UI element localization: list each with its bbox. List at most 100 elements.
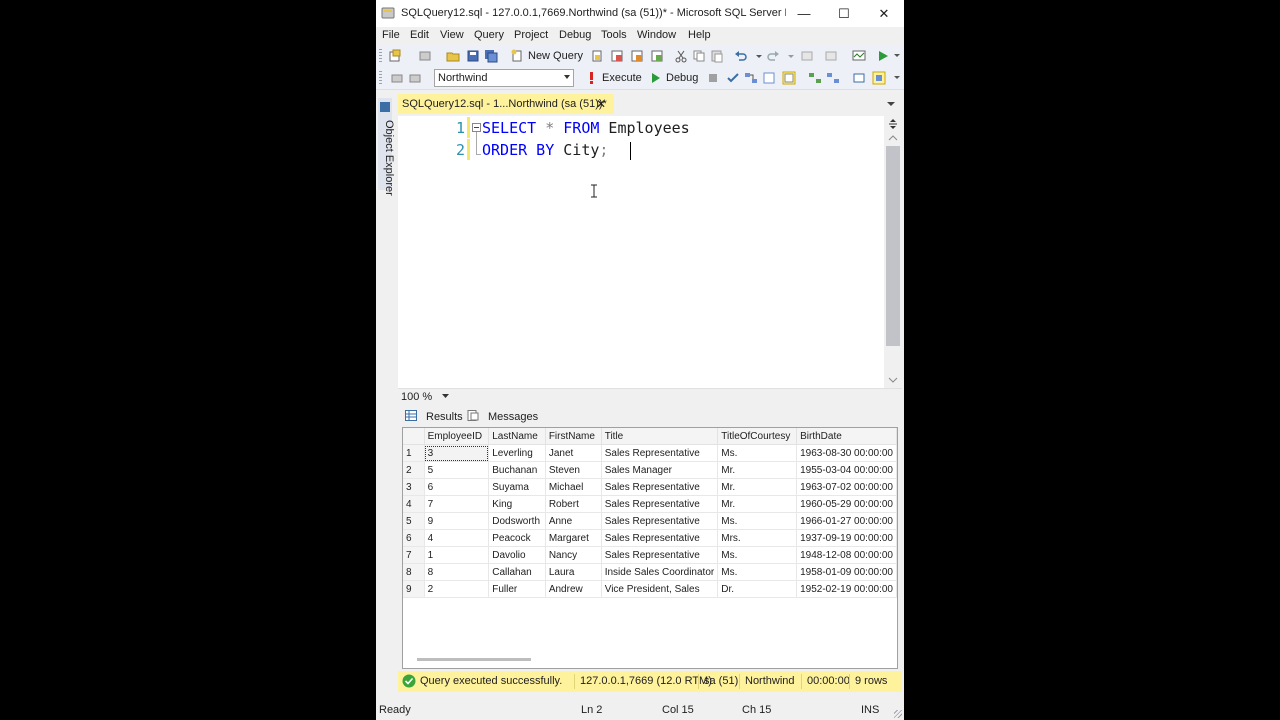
save-all-icon[interactable] [484,49,498,63]
column-header-birthdate[interactable]: BirthDate [796,428,897,445]
query-designer-icon[interactable] [762,71,776,85]
table-row[interactable]: 7 1 Davolio Nancy Sales Representative M… [403,546,897,564]
cancel-query-icon[interactable] [706,71,720,85]
query-editor[interactable]: 1 2 SELECT * FROM Employees ORDER BY Cit… [398,116,884,388]
cell[interactable]: Nancy [545,546,602,564]
add-item-icon[interactable] [418,49,432,63]
cell[interactable]: Sales Representative [601,529,719,547]
close-window-button[interactable]: ✕ [864,0,904,27]
maximize-button[interactable]: ☐ [824,0,864,27]
menu-window[interactable]: Window [637,29,676,41]
cell[interactable]: Sales Representative [601,478,719,496]
cell[interactable]: 4 [424,529,490,547]
cell[interactable]: Ms. [717,546,798,564]
menu-view[interactable]: View [440,29,464,41]
cell[interactable]: Sales Representative [601,512,719,530]
debug-button[interactable]: Debug [666,72,698,84]
cell[interactable]: 5 [424,461,490,479]
cell[interactable]: Vice President, Sales [601,580,719,598]
debug-play-icon[interactable] [648,71,662,85]
cell[interactable]: 1963-08-30 00:00:00 [796,444,897,462]
cell[interactable]: 1960-05-29 00:00:00 [796,495,897,513]
row-number[interactable]: 7 [403,546,425,564]
table-row[interactable]: 5 9 Dodsworth Anne Sales Representative … [403,512,897,530]
display-estimated-plan-icon[interactable] [744,71,758,85]
copy-icon[interactable] [692,49,706,63]
column-header-employeeid[interactable]: EmployeeID [424,428,490,445]
cell[interactable]: Davolio [488,546,546,564]
row-number[interactable]: 8 [403,563,425,581]
comment-out-icon[interactable] [852,71,866,85]
tab-overflow-chevron-icon[interactable] [886,100,896,108]
grid-horizontal-scroll-thumb[interactable] [417,658,531,661]
toolbar-grip[interactable] [379,71,382,85]
cell[interactable]: Ms. [717,444,798,462]
object-explorer-tab[interactable]: Object Explorer [378,98,395,196]
new-query-button[interactable]: New Query [528,50,583,62]
execute-button[interactable]: Execute [602,72,642,84]
cell[interactable]: Fuller [488,580,546,598]
cell[interactable]: Sales Representative [601,444,719,462]
cell[interactable]: Laura [545,563,602,581]
open-file-icon[interactable] [446,49,460,63]
table-row[interactable]: 1 3 Leverling Janet Sales Representative… [403,444,897,462]
cell[interactable]: Suyama [488,478,546,496]
menu-debug[interactable]: Debug [559,29,591,41]
toolbar-grip[interactable] [379,49,382,63]
cell[interactable]: Dr. [717,580,798,598]
row-number-header[interactable] [403,428,425,445]
menu-edit[interactable]: Edit [410,29,429,41]
start-icon[interactable] [876,49,890,63]
cell[interactable]: Mr. [717,478,798,496]
save-icon[interactable] [466,49,480,63]
change-connection-icon[interactable] [408,71,422,85]
split-editor-icon[interactable] [887,118,899,130]
table-row[interactable]: 6 4 Peacock Margaret Sales Representativ… [403,529,897,547]
menu-tools[interactable]: Tools [601,29,627,41]
cell[interactable]: Inside Sales Coordinator [601,563,719,581]
cell[interactable]: 1 [424,546,490,564]
live-statistics-icon[interactable] [826,71,840,85]
cell[interactable]: 1958-01-09 00:00:00 [796,563,897,581]
scroll-up-icon[interactable] [888,134,898,142]
editor-vertical-scrollbar[interactable] [884,116,902,388]
cell[interactable]: Andrew [545,580,602,598]
cell[interactable]: 8 [424,563,490,581]
row-number[interactable]: 5 [403,512,425,530]
cell[interactable]: 3 [424,444,490,462]
cell[interactable]: Michael [545,478,602,496]
cell[interactable]: 1948-12-08 00:00:00 [796,546,897,564]
connect-icon[interactable] [390,71,404,85]
column-header-title[interactable]: Title [601,428,719,445]
row-number[interactable]: 6 [403,529,425,547]
column-header-titleofcourtesy[interactable]: TitleOfCourtesy [717,428,798,445]
tab-results[interactable]: Results [400,406,463,428]
cell[interactable]: Sales Representative [601,546,719,564]
undo-dropdown-icon[interactable] [752,49,766,63]
zoom-level[interactable]: 100 % [401,391,432,403]
collapse-outline-icon[interactable] [472,123,481,132]
cell[interactable]: 1963-07-02 00:00:00 [796,478,897,496]
toolbar-overflow-icon[interactable] [892,49,904,63]
toolbar-overflow-icon[interactable] [892,71,904,85]
cell[interactable]: Mr. [717,495,798,513]
activity-monitor-icon[interactable] [852,49,866,63]
column-header-firstname[interactable]: FirstName [545,428,602,445]
results-grid[interactable]: EmployeeID LastName FirstName Title Titl… [402,427,898,669]
cell[interactable]: 1955-03-04 00:00:00 [796,461,897,479]
menu-project[interactable]: Project [514,29,548,41]
parse-checkmark-icon[interactable] [726,71,740,85]
navigate-backward-icon[interactable] [800,49,814,63]
tab-messages[interactable]: Messages [462,406,538,428]
row-number[interactable]: 3 [403,478,425,496]
cell[interactable]: Steven [545,461,602,479]
cell[interactable]: Callahan [488,563,546,581]
cell[interactable]: 1937-09-19 00:00:00 [796,529,897,547]
new-project-icon[interactable] [388,49,402,63]
cell[interactable]: 9 [424,512,490,530]
row-number[interactable]: 2 [403,461,425,479]
cell[interactable]: King [488,495,546,513]
cell[interactable]: Janet [545,444,602,462]
minimize-button[interactable]: — [784,0,824,27]
column-header-lastname[interactable]: LastName [488,428,546,445]
